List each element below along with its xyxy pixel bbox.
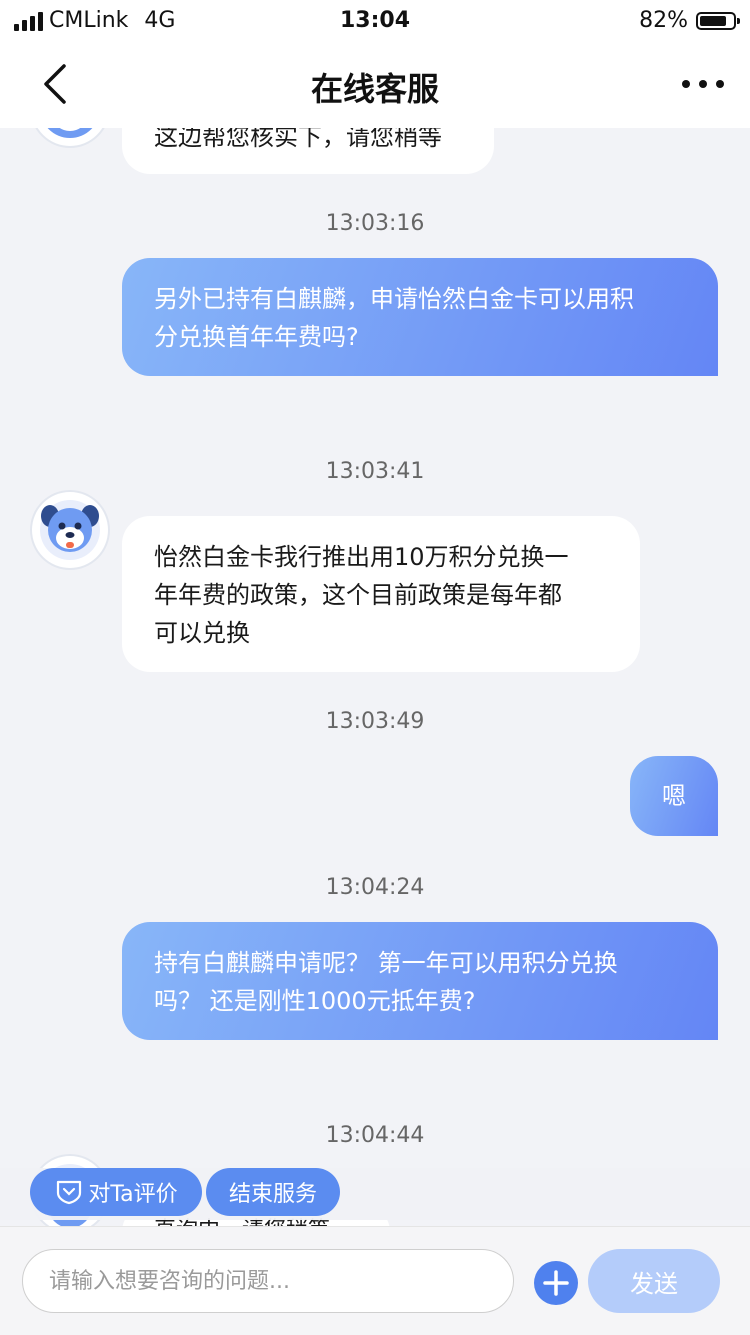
input-bar: 发送 xyxy=(0,1226,750,1335)
status-time: 13:04 xyxy=(339,8,411,33)
agent-avatar xyxy=(32,492,108,568)
chat-area[interactable]: 这边帮您核实下，请您稍等 13:03:16 另外已持有白麒麟，申请怡然白金卡可以… xyxy=(0,128,750,1226)
bot-avatar-icon xyxy=(47,128,93,138)
more-button[interactable] xyxy=(682,80,724,88)
battery-info: 82% xyxy=(639,8,740,33)
user-message: 嗯 xyxy=(630,756,718,836)
message-timestamp: 13:04:44 xyxy=(325,1123,425,1148)
message-line: 怡然白金卡我行推出用10万积分兑换一 xyxy=(154,543,569,571)
agent-avatar xyxy=(32,128,108,146)
message-line: 年年费的政策，这个目前政策是每年都 xyxy=(154,581,562,609)
status-bar: CMLink 4G 13:04 82% xyxy=(0,0,750,40)
more-dots-icon xyxy=(682,80,724,88)
message-text: 这边帮您核实下，请您稍等 xyxy=(154,128,442,151)
message-line: 吗？ 还是刚性1000元抵年费? xyxy=(154,987,476,1015)
rate-agent-button[interactable]: 对Ta评价 xyxy=(30,1168,202,1216)
message-timestamp: 13:03:41 xyxy=(325,459,425,484)
message-line: 持有白麒麟申请呢？ 第一年可以用积分兑换 xyxy=(154,949,618,977)
header: 在线客服 xyxy=(0,40,750,128)
end-service-label: 结束服务 xyxy=(228,1182,317,1207)
plus-icon xyxy=(543,1270,569,1296)
message-input[interactable] xyxy=(22,1249,514,1313)
agent-message: 怡然白金卡我行推出用10万积分兑换一 年年费的政策，这个目前政策是每年都 可以兑… xyxy=(122,516,640,672)
message-timestamp: 13:04:24 xyxy=(325,875,425,900)
add-attachment-button[interactable] xyxy=(534,1261,578,1305)
user-message: 另外已持有白麒麟，申请怡然白金卡可以用积 分兑换首年年费吗? xyxy=(122,258,718,376)
rating-badge-icon xyxy=(57,1180,82,1205)
battery-icon xyxy=(696,11,740,30)
agent-message: 这边帮您核实下，请您稍等 xyxy=(122,128,494,174)
rate-agent-label: 对Ta评价 xyxy=(88,1182,178,1207)
end-service-button[interactable]: 结束服务 xyxy=(206,1168,340,1216)
send-label: 发送 xyxy=(630,1269,678,1298)
battery-percent: 82% xyxy=(639,8,688,33)
bot-avatar-icon xyxy=(40,500,100,560)
message-timestamp: 13:03:16 xyxy=(325,211,425,236)
message-timestamp: 13:03:49 xyxy=(325,709,425,734)
message-line: 另外已持有白麒麟，申请怡然白金卡可以用积 xyxy=(154,285,634,313)
message-line: 分兑换首年年费吗? xyxy=(154,323,359,351)
page-title: 在线客服 xyxy=(310,70,439,108)
user-message: 持有白麒麟申请呢？ 第一年可以用积分兑换 吗？ 还是刚性1000元抵年费? xyxy=(122,922,718,1040)
send-button[interactable]: 发送 xyxy=(588,1249,720,1313)
message-line: 可以兑换 xyxy=(154,619,250,647)
message-text: 嗯 xyxy=(662,782,686,810)
